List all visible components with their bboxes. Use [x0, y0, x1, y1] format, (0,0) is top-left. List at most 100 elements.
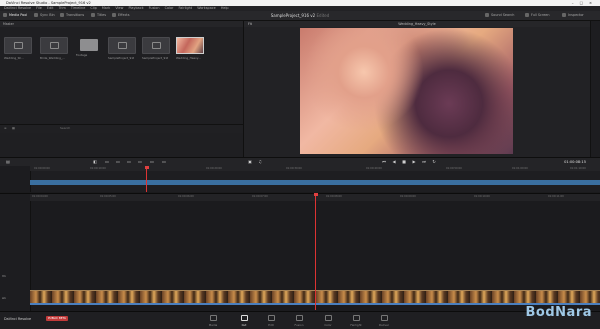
- page-fusion[interactable]: Fusion: [287, 315, 311, 327]
- ruler-label: 01:00:50:00: [446, 167, 462, 170]
- ruler-label: 01:00:30:00: [286, 167, 302, 170]
- page-color[interactable]: Color: [316, 315, 340, 327]
- viewer-zoom[interactable]: Fit: [248, 21, 252, 27]
- menu-mark[interactable]: Mark: [102, 6, 110, 10]
- place-on-top-icon[interactable]: ▭: [150, 160, 154, 164]
- page-navigation-bar: DaVinci Resolve PUBLIC BETA Media Cut Ed…: [0, 311, 600, 329]
- page-cut[interactable]: Cut: [232, 315, 256, 327]
- media-pool-panel: Master Wedding_Sh... Bride_Wedding_... F…: [0, 21, 244, 157]
- play-reverse-icon[interactable]: ◀: [392, 160, 396, 164]
- ruler-label: 01:01:10:00: [570, 167, 586, 170]
- ruler-label: 01:00:11:00: [548, 195, 564, 198]
- page-edit[interactable]: Edit: [259, 315, 283, 327]
- page-fairlight[interactable]: Fairlight: [344, 315, 368, 327]
- fairlight-page-icon: [352, 315, 360, 321]
- smooth-cut-icon[interactable]: ◧: [93, 160, 97, 164]
- page-deliver[interactable]: Deliver: [372, 315, 396, 327]
- track-label-v1: V1: [2, 274, 6, 278]
- loop-icon[interactable]: ↻: [432, 160, 436, 164]
- menu-fusion[interactable]: Fusion: [149, 6, 160, 10]
- close-up-icon[interactable]: ▭: [138, 160, 142, 164]
- list-view-icon[interactable]: ≡: [4, 126, 7, 130]
- maximize-button[interactable]: □: [580, 1, 589, 5]
- viewer-clip-name: Wedding_Heavy_Style: [398, 22, 436, 26]
- search-field[interactable]: Search: [60, 126, 70, 130]
- play-icon[interactable]: ▶: [412, 160, 416, 164]
- audio-icon[interactable]: ♫: [258, 160, 262, 164]
- media-clip[interactable]: Bride_Wedding_...: [40, 37, 68, 60]
- full-screen-button[interactable]: Full Screen: [525, 12, 550, 19]
- menu-trim[interactable]: Trim: [59, 6, 66, 10]
- upper-ruler[interactable]: 01:00:00:00 01:00:10:00 01:00:20:00 01:0…: [30, 166, 600, 171]
- media-pool-footer: ≡ ▦ Search: [0, 124, 243, 133]
- grid-view-icon[interactable]: ▦: [12, 126, 15, 130]
- clip-thumbnail: [176, 37, 204, 54]
- menu-workspace[interactable]: Workspace: [197, 6, 216, 10]
- full-screen-icon: [525, 13, 529, 17]
- clip-label: Wedding_Heavy...: [176, 56, 201, 60]
- upper-timeline: 01:00:00:00 01:00:10:00 01:00:20:00 01:0…: [0, 166, 600, 192]
- menu-edit[interactable]: Edit: [47, 6, 54, 10]
- color-page-icon: [324, 315, 332, 321]
- ruler-label: 01:00:10:00: [474, 195, 490, 198]
- playhead-knob[interactable]: [313, 193, 318, 196]
- edit-page-icon: [267, 315, 275, 321]
- clip-thumbnail: [108, 37, 136, 54]
- upper-playhead[interactable]: [144, 166, 149, 192]
- app-brand: DaVinci Resolve: [4, 317, 32, 321]
- page-media[interactable]: Media: [201, 315, 225, 327]
- insert-icon[interactable]: ▭: [105, 160, 109, 164]
- media-pool-header: Master: [0, 21, 243, 27]
- clip-label: Bride_Wedding_...: [40, 56, 66, 60]
- edited-status: Edited: [316, 13, 330, 18]
- inspector-tab[interactable]: Inspector: [562, 12, 584, 19]
- ruler-label: 01:00:05:00: [100, 195, 116, 198]
- upper-track-header: [0, 166, 31, 192]
- clip-label: SampleProject_916...: [142, 56, 168, 60]
- menu-file[interactable]: File: [36, 6, 42, 10]
- viewer-panel: Wedding_Heavy_Style Fit: [244, 21, 590, 157]
- media-folder[interactable]: Footage: [76, 37, 102, 57]
- media-clip-selected[interactable]: Wedding_Heavy...: [176, 37, 204, 60]
- split-clip-icon[interactable]: ▣: [248, 160, 252, 164]
- lower-playhead[interactable]: [313, 193, 318, 310]
- video-frame: [300, 28, 513, 154]
- minimize-button[interactable]: –: [572, 1, 580, 5]
- menu-clip[interactable]: Clip: [90, 6, 96, 10]
- playhead-knob[interactable]: [144, 166, 149, 169]
- menu-color[interactable]: Color: [165, 6, 174, 10]
- track-label-a1: A1: [2, 296, 6, 300]
- sound-search-tab[interactable]: Sound Search: [485, 12, 514, 19]
- jump-start-icon[interactable]: ⏮: [382, 160, 386, 164]
- ruler-label: 01:01:00:00: [512, 167, 528, 170]
- media-clip[interactable]: SampleProject_916: [108, 37, 136, 60]
- append-icon[interactable]: ▭: [116, 160, 120, 164]
- top-toolbar: Media Pool Sync Bin Transitions Titles E…: [0, 11, 600, 21]
- bin-name[interactable]: Master: [3, 22, 14, 26]
- menu-help[interactable]: Help: [221, 6, 229, 10]
- clip-label: Wedding_Sh...: [4, 56, 24, 60]
- folder-icon: [80, 39, 98, 51]
- source-overwrite-icon[interactable]: ▭: [162, 160, 166, 164]
- stop-icon[interactable]: ■: [402, 160, 406, 164]
- folder-label: Footage: [76, 53, 88, 57]
- ruler-label: 01:00:09:00: [400, 195, 416, 198]
- ruler-label: 01:00:07:00: [252, 195, 268, 198]
- timeline-options-icon[interactable]: ▤: [6, 160, 10, 164]
- menu-davinci[interactable]: DaVinci Resolve: [4, 6, 31, 10]
- menu-timeline[interactable]: Timeline: [71, 6, 85, 10]
- jump-end-icon[interactable]: ⏭: [422, 160, 426, 164]
- media-clip[interactable]: SampleProject_916...: [142, 37, 170, 60]
- close-button[interactable]: ×: [589, 1, 598, 5]
- menu-fairlight[interactable]: Fairlight: [179, 6, 193, 10]
- lower-track-header: V1 A1: [0, 194, 31, 311]
- menu-playback[interactable]: Playback: [128, 6, 143, 10]
- ruler-label: 01:00:00:00: [34, 167, 50, 170]
- overwrite-icon[interactable]: ▭: [127, 160, 131, 164]
- media-clip[interactable]: Wedding_Sh...: [4, 37, 32, 60]
- ruler-label: 01:00:06:00: [178, 195, 194, 198]
- upper-video-track[interactable]: [30, 180, 600, 185]
- menu-view[interactable]: View: [115, 6, 123, 10]
- lower-timeline: V1 A1 01:00:04:00 01:00:05:00 01:00:06:0…: [0, 193, 600, 311]
- clip-thumbnail: [4, 37, 32, 54]
